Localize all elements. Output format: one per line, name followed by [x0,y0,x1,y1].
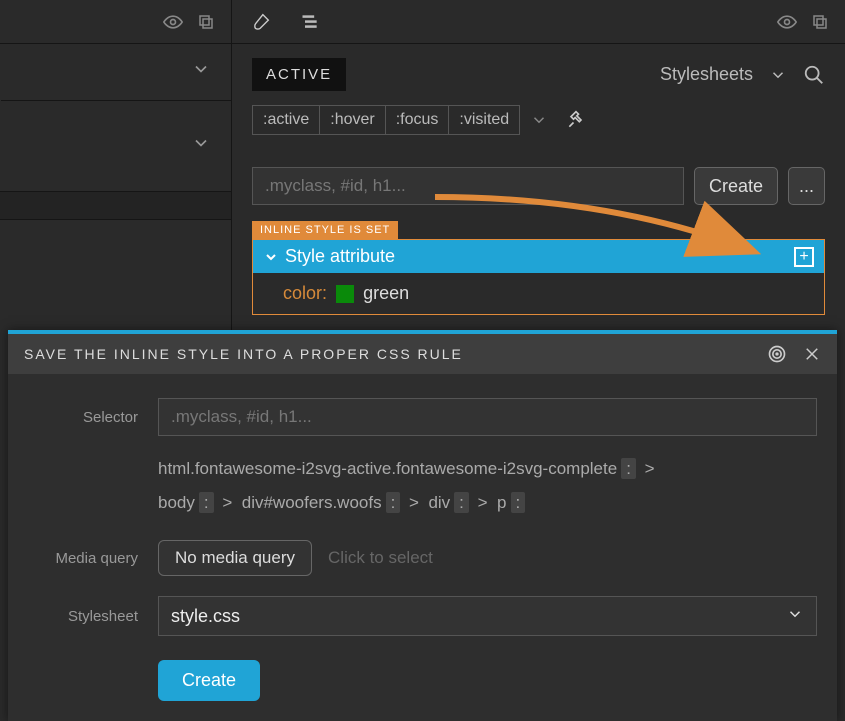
duplicate-icon[interactable] [197,13,215,31]
eye-icon[interactable] [777,12,797,32]
stylesheet-row: Stylesheet style.css [8,586,837,646]
path-expand-icon[interactable]: : [621,458,636,479]
media-query-button[interactable]: No media query [158,540,312,576]
selector-create-row: Create ... [232,135,845,215]
stylesheet-value: style.css [171,606,240,627]
left-section-1[interactable] [0,44,231,100]
save-inline-style-dialog: SAVE THE INLINE STYLE INTO A PROPER CSS … [8,330,837,721]
left-panel-toolbar [0,0,231,44]
pseudo-focus-button[interactable]: :focus [386,105,450,135]
tabs-row: ACTIVE Stylesheets [232,44,845,105]
chevron-down-icon[interactable] [769,66,787,84]
dialog-header: SAVE THE INLINE STYLE INTO A PROPER CSS … [8,334,837,374]
selector-path: html.fontawesome-i2svg-active.fontawesom… [8,446,837,530]
style-attribute-block: Style attribute + color: green [252,239,825,315]
more-button[interactable]: ... [788,167,825,205]
path-expand-icon[interactable]: : [511,492,526,513]
media-label: Media query [28,550,158,567]
selector-input[interactable] [252,167,684,205]
chevron-down-icon [191,133,211,159]
stylesheet-select[interactable]: style.css [158,596,817,636]
pin-icon[interactable] [566,110,586,130]
selector-label: Selector [28,409,158,426]
structure-icon[interactable] [300,12,320,32]
tab-active[interactable]: ACTIVE [252,58,346,91]
path-segment[interactable]: p [497,493,506,512]
path-segment[interactable]: body [158,493,195,512]
duplicate-icon[interactable] [811,13,829,31]
path-segment[interactable]: div [428,493,450,512]
add-property-button[interactable]: + [794,247,814,267]
search-icon[interactable] [803,64,825,86]
path-expand-icon[interactable]: : [199,492,214,513]
chevron-down-icon[interactable] [530,111,548,129]
eye-icon[interactable] [163,12,183,32]
dialog-title: SAVE THE INLINE STYLE INTO A PROPER CSS … [24,346,463,362]
media-hint: Click to select [328,548,433,568]
left-section-2[interactable] [0,101,231,191]
path-expand-icon[interactable]: : [386,492,401,513]
styles-panel-toolbar [232,0,845,44]
inline-style-badge: INLINE STYLE IS SET [252,221,398,239]
selector-row: Selector [8,374,837,446]
style-attribute-title: Style attribute [285,246,395,267]
color-swatch[interactable] [336,285,354,303]
target-icon[interactable] [767,344,787,364]
dialog-selector-input[interactable] [158,398,817,436]
path-segment[interactable]: html.fontawesome-i2svg-active.fontawesom… [158,459,617,478]
pseudo-visited-button[interactable]: :visited [449,105,520,135]
media-query-row: Media query No media query Click to sele… [8,530,837,586]
style-attribute-body: color: green [253,273,824,314]
chevron-down-icon [191,59,211,85]
css-property-name[interactable]: color [283,283,322,303]
dialog-create-button[interactable]: Create [158,660,260,701]
css-property-value[interactable]: green [363,283,409,303]
brush-icon[interactable] [250,11,272,33]
pseudo-button-group: :active :hover :focus :visited [252,105,520,135]
stylesheets-dropdown-label[interactable]: Stylesheets [660,64,753,85]
style-attribute-header[interactable]: Style attribute + [253,240,824,273]
close-icon[interactable] [803,345,821,363]
stylesheet-label: Stylesheet [28,608,158,625]
path-expand-icon[interactable]: : [454,492,469,513]
pseudo-hover-button[interactable]: :hover [320,105,385,135]
pseudo-active-button[interactable]: :active [252,105,320,135]
pseudo-class-row: :active :hover :focus :visited [232,105,845,135]
create-button[interactable]: Create [694,167,778,205]
left-row [0,192,231,220]
path-segment[interactable]: div#woofers.woofs [242,493,382,512]
chevron-down-icon [786,605,804,628]
